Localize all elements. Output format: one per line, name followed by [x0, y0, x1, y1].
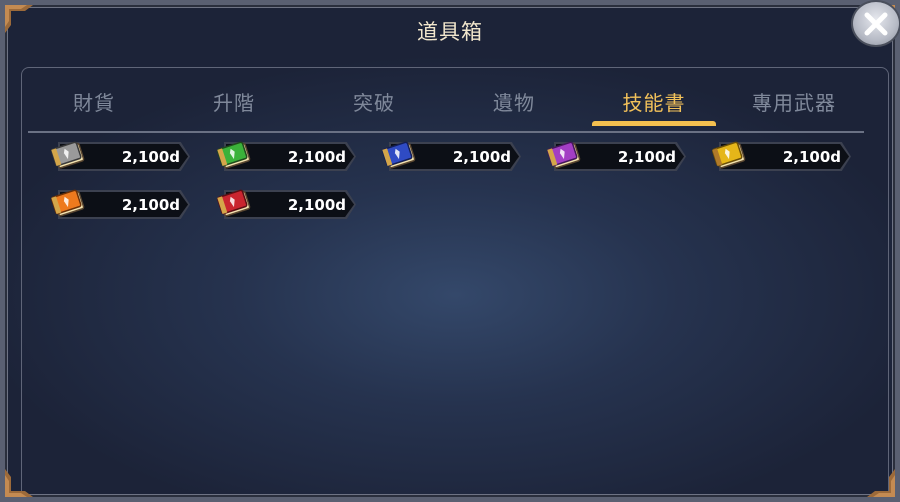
tab-label: 遺物 [493, 91, 535, 115]
window-title: 道具箱 [417, 20, 483, 44]
close-button[interactable] [851, 0, 900, 47]
tabs-divider [28, 131, 864, 133]
orange-skill-book-icon [48, 186, 88, 222]
item-price: 2,100d [617, 148, 676, 166]
tab-label: 突破 [353, 91, 395, 115]
tab-label: 財貨 [73, 91, 115, 115]
purple-skill-book-icon [544, 138, 584, 174]
item-slot[interactable]: 2,100d [214, 141, 356, 172]
blue-skill-book-icon [379, 138, 419, 174]
tab-skill-books[interactable]: 技能書 [584, 86, 724, 126]
corner-ornament [5, 469, 33, 497]
item-price: 2,100d [121, 196, 180, 214]
item-price: 2,100d [287, 148, 346, 166]
tab-breakthrough[interactable]: 突破 [304, 86, 444, 126]
red-skill-book-icon [214, 186, 254, 222]
close-icon [864, 12, 888, 35]
item-price: 2,100d [452, 148, 511, 166]
item-slot[interactable]: 2,100d [709, 141, 851, 172]
active-tab-indicator [592, 121, 716, 126]
category-tabs: 財貨 升階 突破 遺物 技能書 專用武器 [24, 86, 866, 132]
yellow-skill-book-icon [709, 138, 749, 174]
item-slot[interactable]: 2,100d [48, 141, 190, 172]
tab-label: 升階 [213, 91, 255, 115]
tab-label: 專用武器 [752, 91, 836, 115]
gray-skill-book-icon [48, 138, 88, 174]
tab-currency[interactable]: 財貨 [24, 86, 164, 126]
item-price: 2,100d [121, 148, 180, 166]
corner-ornament [867, 469, 895, 497]
item-price: 2,100d [287, 196, 346, 214]
item-slot[interactable]: 2,100d [214, 189, 356, 220]
tab-label: 技能書 [622, 91, 686, 115]
item-slot[interactable]: 2,100d [48, 189, 190, 220]
item-price: 2,100d [782, 148, 841, 166]
tab-relics[interactable]: 遺物 [444, 86, 584, 126]
item-box-panel [0, 0, 900, 502]
tab-exclusive-weapons[interactable]: 專用武器 [724, 86, 864, 126]
item-slot[interactable]: 2,100d [544, 141, 686, 172]
green-skill-book-icon [214, 138, 254, 174]
item-slot[interactable]: 2,100d [379, 141, 521, 172]
tab-ascension[interactable]: 升階 [164, 86, 304, 126]
